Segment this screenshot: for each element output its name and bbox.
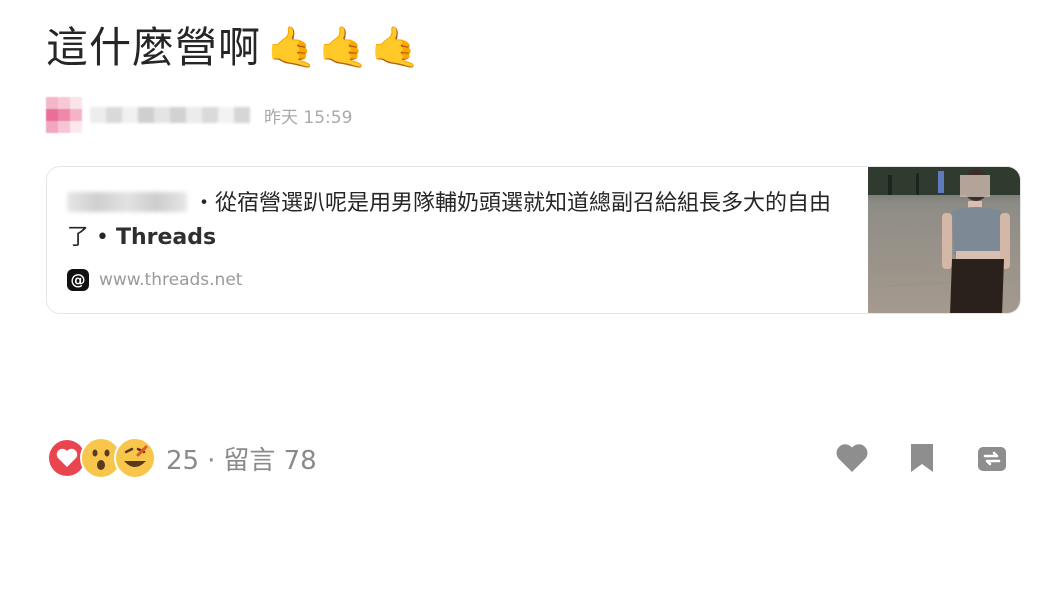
repost-icon xyxy=(978,447,1006,471)
bookmark-icon xyxy=(911,444,933,472)
haha-reaction-icon xyxy=(114,437,156,479)
link-preview-domain: www.threads.net xyxy=(99,270,243,290)
post-actions xyxy=(834,436,1010,480)
reaction-icons[interactable] xyxy=(46,437,156,479)
comments-count[interactable]: 留言 78 xyxy=(223,446,316,476)
link-preview-title: ・從宿營選趴呢是用男隊輔奶頭選就知道總副召給組長多大的自由了 • Threads xyxy=(67,187,847,255)
reaction-count[interactable]: 25 xyxy=(166,446,199,476)
post-title-text: 這什麼營啊 xyxy=(46,23,262,72)
call-me-hand-emoji: 🤙 xyxy=(370,25,421,71)
link-preview-card[interactable]: ・從宿營選趴呢是用男隊輔奶頭選就知道總副召給組長多大的自由了 • Threads… xyxy=(46,166,1021,314)
link-preview-site-name: Threads xyxy=(115,225,217,250)
call-me-hand-emoji: 🤙 xyxy=(267,25,317,71)
author-meta: 昨天 15:59 xyxy=(46,96,352,134)
blurred-username xyxy=(67,192,187,212)
stats-separator: · xyxy=(207,445,216,476)
threads-logo-icon: @ xyxy=(67,269,89,291)
save-button[interactable] xyxy=(904,440,940,476)
link-preview-domain-row: @ www.threads.net xyxy=(67,269,242,291)
post-timestamp: 昨天 15:59 xyxy=(264,107,353,128)
post-title: 這什麼營啊 🤙 🤙 🤙 xyxy=(46,18,420,78)
link-preview-thumbnail xyxy=(868,167,1020,313)
like-button[interactable] xyxy=(834,440,870,476)
link-preview-text: ・從宿營選趴呢是用男隊輔奶頭選就知道總副召給組長多大的自由了 • Threads xyxy=(67,187,847,255)
avatar[interactable] xyxy=(46,97,82,133)
heart-icon xyxy=(836,444,868,472)
author-name-blurred[interactable] xyxy=(90,107,250,123)
call-me-hand-emoji: 🤙 xyxy=(318,25,369,71)
title-emojis: 🤙 🤙 🤙 xyxy=(267,18,420,78)
post-stats: 25 · 留言 78 xyxy=(46,436,317,480)
stats-text: 25 · 留言 78 xyxy=(166,440,317,477)
repost-button[interactable] xyxy=(974,440,1010,476)
